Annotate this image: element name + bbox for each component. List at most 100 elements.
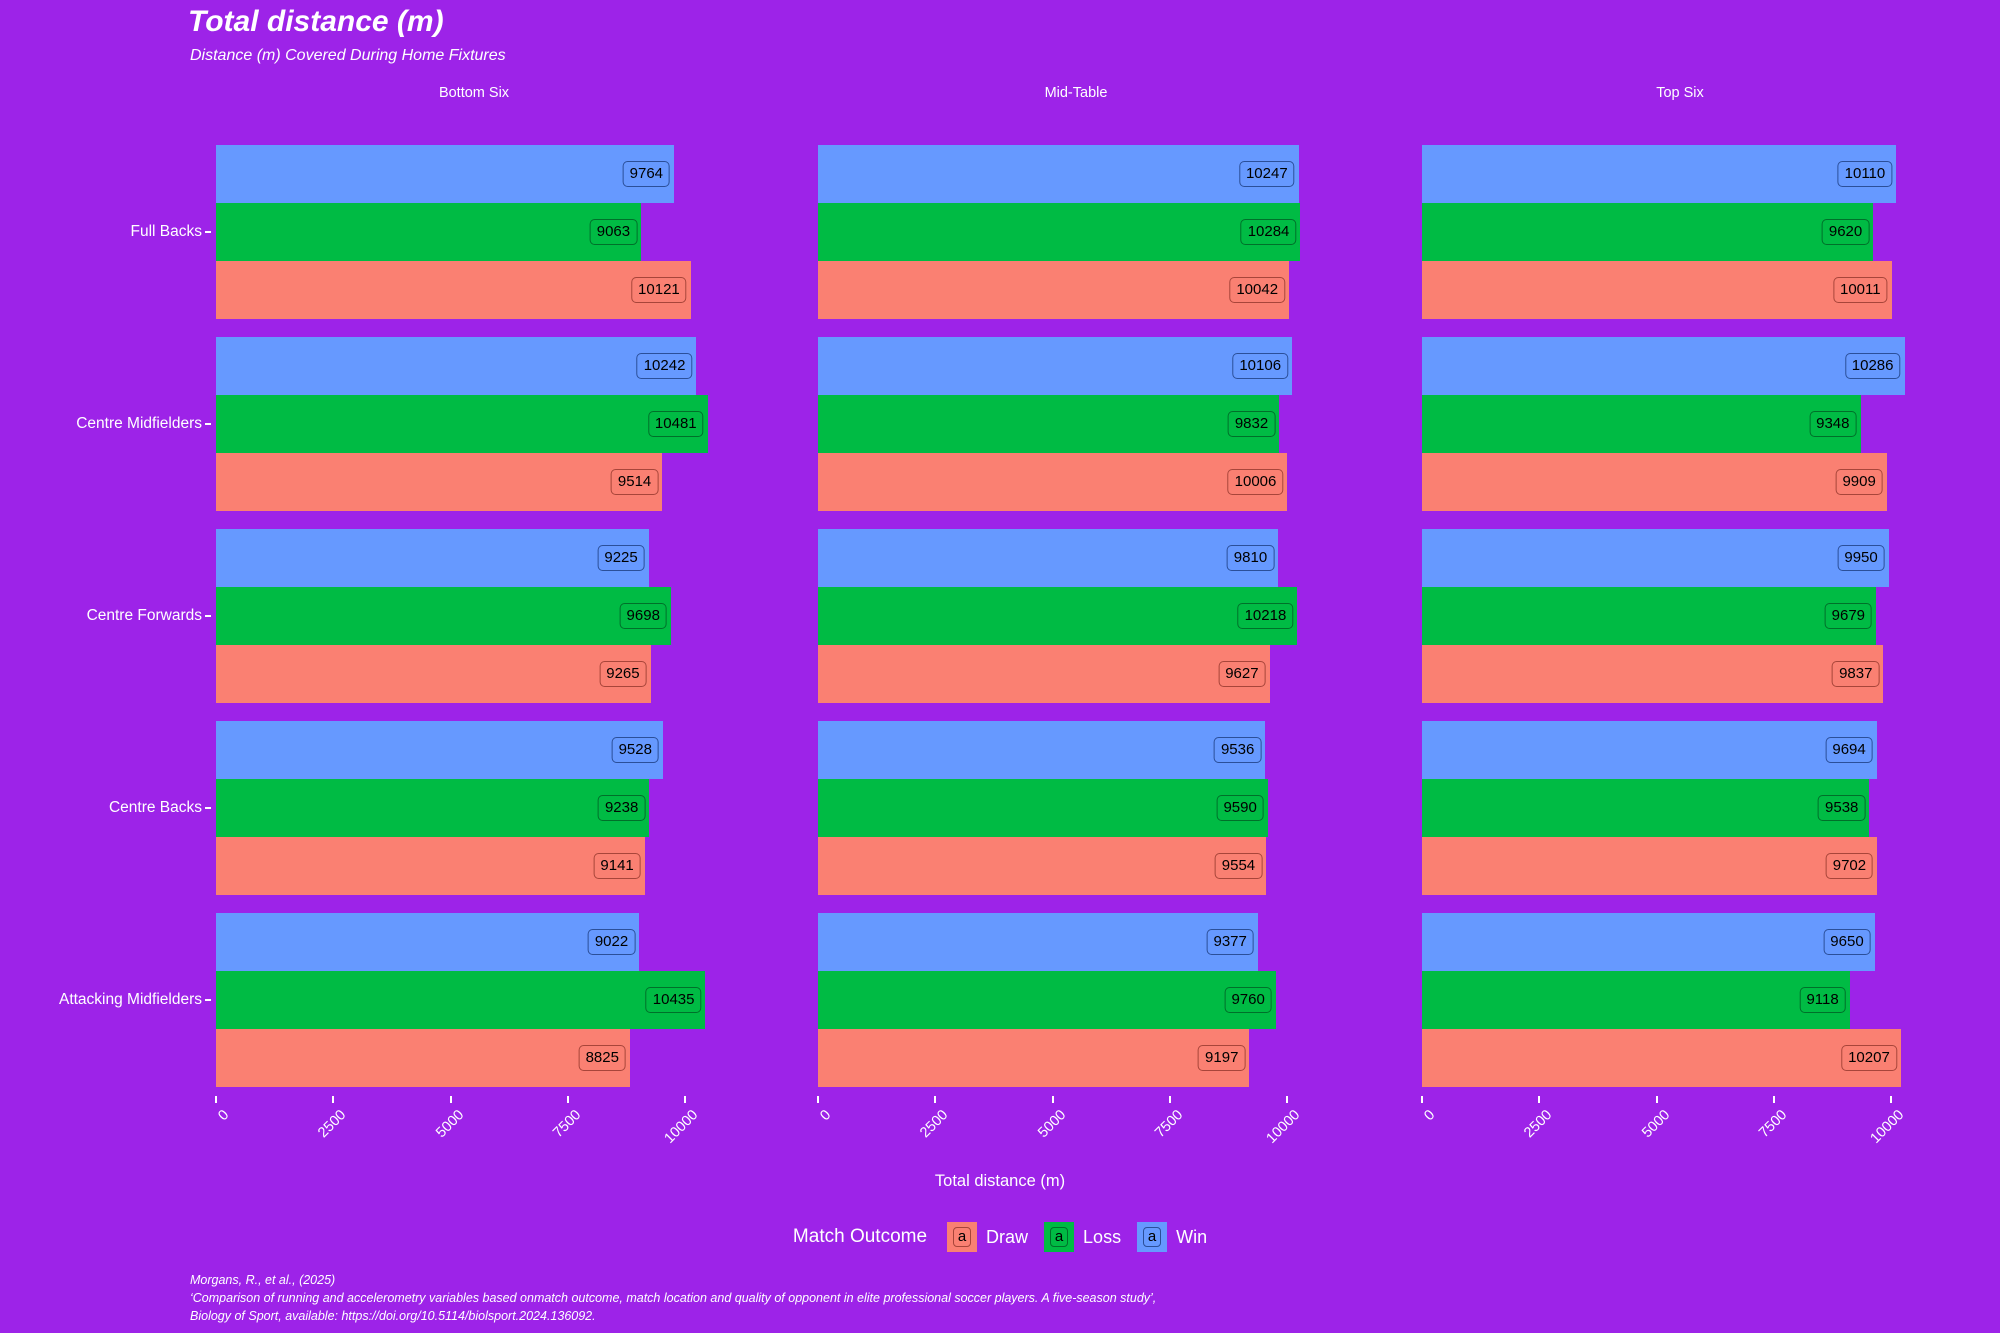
bar-win-centre-forwards[interactable] (818, 529, 1279, 587)
y-axis-label-attacking-midfielders: Attacking Midfielders (58, 991, 202, 1008)
bar-loss-centre-midfielders[interactable] (1422, 395, 1861, 453)
bar-value-label: 10284 (1240, 219, 1297, 245)
bar-draw-attacking-midfielders[interactable] (818, 1029, 1250, 1087)
bar-win-centre-backs[interactable] (1422, 721, 1877, 779)
bar-win-centre-midfielders[interactable] (1422, 337, 1905, 395)
bar-value-label: 10218 (1237, 603, 1294, 629)
bar-value-label: 10121 (631, 277, 687, 303)
bar-loss-full-backs[interactable] (818, 203, 1301, 261)
bar-loss-centre-forwards[interactable] (818, 587, 1298, 645)
bar-group-row: 9650 (1422, 913, 2000, 971)
x-axis-tick (1286, 1096, 1289, 1103)
bar-win-full-backs[interactable] (1422, 145, 1897, 203)
x-axis-bottom-six: 0 2500 5000 7500 10000 (215, 1096, 792, 1156)
bar-loss-centre-forwards[interactable] (1422, 587, 1877, 645)
bar-group-row: 9141 (216, 837, 852, 895)
x-axis-tick-label: 2500 (315, 1107, 350, 1142)
bar-draw-attacking-midfielders[interactable] (1422, 1029, 1901, 1087)
bar-value-label: 9554 (1214, 853, 1263, 879)
y-axis-tick (205, 423, 211, 425)
bar-loss-centre-backs[interactable] (216, 779, 650, 837)
bar-loss-centre-midfielders[interactable] (818, 395, 1280, 453)
bar-group-row: 9265 (216, 645, 852, 703)
bar-draw-attacking-midfielders[interactable] (216, 1029, 630, 1087)
x-axis-tick-label: 10000 (661, 1107, 702, 1147)
bar-win-full-backs[interactable] (818, 145, 1299, 203)
bar-loss-centre-backs[interactable] (1422, 779, 1870, 837)
legend-glyph-icon: a (1142, 1227, 1162, 1247)
bar-value-label: 9760 (1224, 987, 1272, 1013)
y-axis-label-centre-forwards: Centre Forwards (86, 607, 202, 624)
bar-group-row: 9909 (1422, 453, 2000, 511)
bar-group-row: 10286 (1422, 337, 2000, 395)
bar-value-label: 9620 (1821, 219, 1870, 245)
legend-swatch-loss: a (1044, 1222, 1075, 1252)
bar-loss-centre-midfielders[interactable] (216, 395, 708, 453)
x-axis-tick (1890, 1096, 1893, 1103)
bar-group-row: 9950 (1422, 529, 2000, 587)
chart-caption: Morgans, R., et al., (2025) ‘Comparison o… (190, 1272, 1156, 1325)
caption-line: Morgans, R., et al., (2025) (190, 1273, 336, 1287)
bar-value-label: 9832 (1227, 411, 1276, 437)
bar-value-label: 9698 (619, 603, 667, 629)
x-axis-tick (1051, 1096, 1054, 1103)
bar-loss-centre-backs[interactable] (818, 779, 1268, 837)
bar-loss-attacking-midfielders[interactable] (216, 971, 706, 1029)
bar-win-centre-midfielders[interactable] (818, 337, 1293, 395)
bar-draw-centre-backs[interactable] (1422, 837, 1878, 895)
legend-item-draw[interactable]: a Draw (947, 1222, 1028, 1252)
bar-win-attacking-midfielders[interactable] (818, 913, 1258, 971)
y-axis-label-centre-backs: Centre Backs (108, 799, 202, 816)
bar-win-centre-backs[interactable] (818, 721, 1266, 779)
bar-value-label: 9197 (1198, 1045, 1246, 1071)
x-axis-tick (1655, 1096, 1658, 1103)
bar-draw-centre-backs[interactable] (216, 837, 645, 895)
bar-loss-full-backs[interactable] (1422, 203, 1874, 261)
x-axis-mid-table: 0 2500 5000 7500 10000 (817, 1096, 1394, 1156)
bar-win-centre-forwards[interactable] (216, 529, 649, 587)
bar-group-row: 10006 (818, 453, 1454, 511)
bar-win-attacking-midfielders[interactable] (216, 913, 640, 971)
bar-value-label: 9225 (597, 545, 645, 571)
bar-draw-centre-midfielders[interactable] (1422, 453, 1887, 511)
legend-item-loss[interactable]: a Loss (1044, 1222, 1121, 1252)
bar-draw-full-backs[interactable] (1422, 261, 1892, 319)
x-axis-tick (1772, 1096, 1775, 1103)
chart-subtitle: Distance (m) Covered During Home Fixture… (190, 47, 506, 64)
facet-panel-top-six: 10110 9620 10011 10286 9348 9909 9950 9679 9837 9… (1422, 136, 2000, 1096)
bar-group-row: 9536 (818, 721, 1454, 779)
bar-loss-attacking-midfielders[interactable] (1422, 971, 1850, 1029)
bar-draw-full-backs[interactable] (818, 261, 1290, 319)
x-axis-tick-label: 0 (817, 1107, 835, 1125)
bar-win-attacking-midfielders[interactable] (1422, 913, 1875, 971)
bar-draw-centre-backs[interactable] (818, 837, 1267, 895)
legend-title: Match Outcome (792, 1226, 928, 1247)
x-axis-tick-label: 2500 (917, 1107, 952, 1142)
bar-win-centre-forwards[interactable] (1422, 529, 1889, 587)
facet-panel-bottom-six: 9764 9063 10121 10242 10481 9514 9225 9698 9265 9… (216, 136, 852, 1096)
bar-win-centre-backs[interactable] (216, 721, 663, 779)
bar-draw-centre-midfielders[interactable] (818, 453, 1288, 511)
bar-draw-centre-forwards[interactable] (216, 645, 651, 703)
legend-items: a Draw a Loss a Win (947, 1222, 1207, 1252)
legend-label-draw: Draw (986, 1226, 1029, 1247)
bar-group-row: 9702 (1422, 837, 2000, 895)
bar-draw-full-backs[interactable] (216, 261, 691, 319)
bar-loss-full-backs[interactable] (216, 203, 642, 261)
legend-item-win[interactable]: a Win (1137, 1222, 1207, 1252)
x-axis-tick-label: 7500 (1755, 1107, 1791, 1142)
bar-group-row: 10435 (216, 971, 852, 1029)
bar-loss-centre-forwards[interactable] (216, 587, 671, 645)
bar-draw-centre-forwards[interactable] (818, 645, 1270, 703)
bar-draw-centre-midfielders[interactable] (216, 453, 663, 511)
bar-loss-attacking-midfielders[interactable] (818, 971, 1276, 1029)
bar-group-row: 9837 (1422, 645, 2000, 703)
y-axis: Full Backs Centre Midfielders Centre Forwa… (0, 136, 216, 1096)
x-axis-tick-label: 10000 (1263, 1107, 1304, 1147)
bar-draw-centre-forwards[interactable] (1422, 645, 1884, 703)
x-axis-tick (566, 1096, 569, 1103)
facet-label-mid-table: Mid-Table (1044, 85, 1108, 101)
bar-win-centre-midfielders[interactable] (216, 337, 697, 395)
bar-group-row: 8825 (216, 1029, 852, 1087)
bar-win-full-backs[interactable] (216, 145, 675, 203)
